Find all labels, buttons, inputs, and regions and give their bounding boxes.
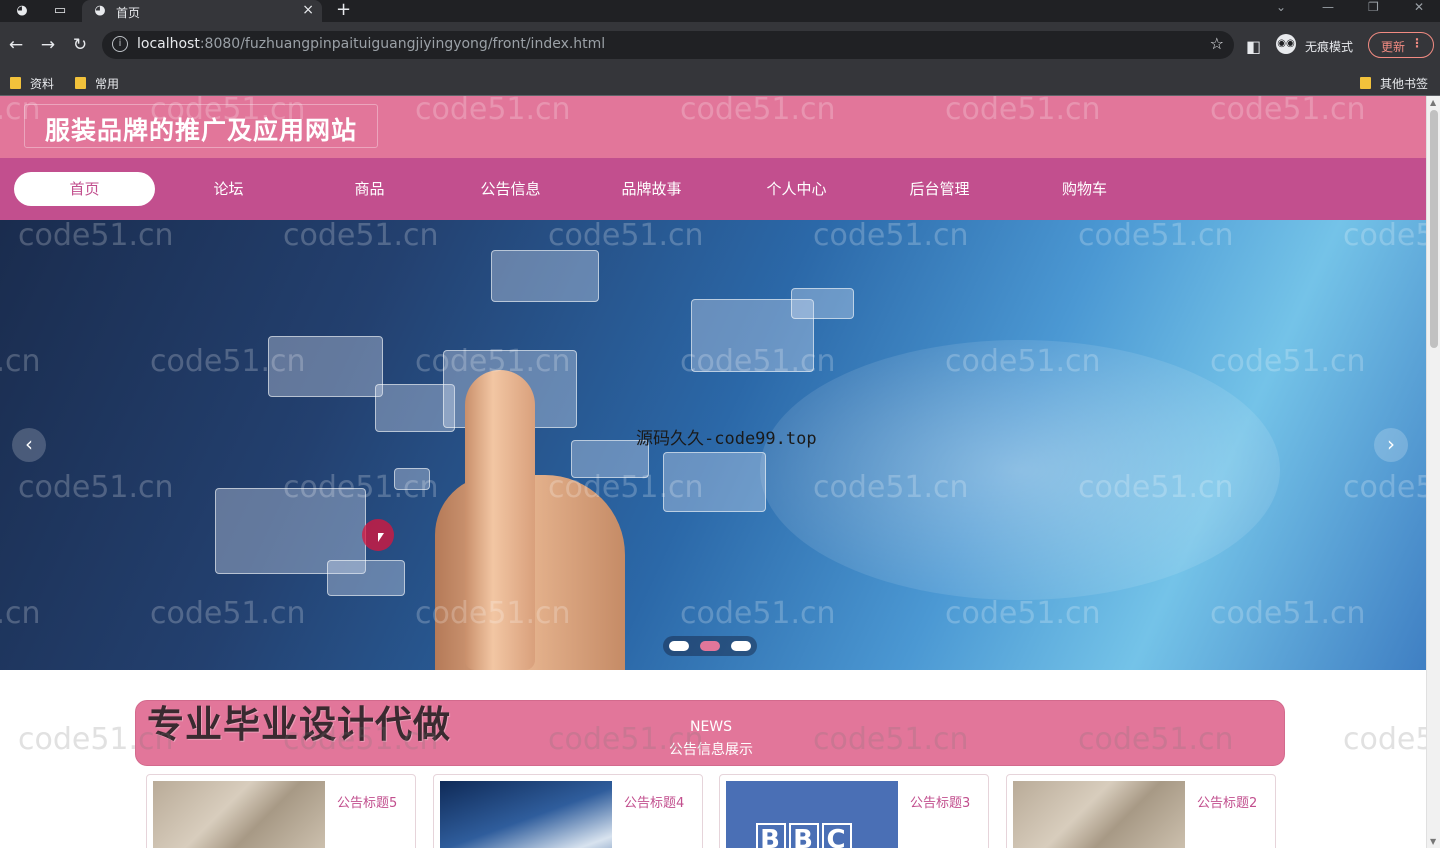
carousel-dot-3[interactable] — [731, 641, 751, 651]
site-title: 服装品牌的推广及应用网站 — [24, 104, 379, 148]
news-thumbnail[interactable] — [440, 781, 612, 848]
center-watermark: 源码久久-code99.top — [636, 429, 817, 449]
banner-glow — [760, 340, 1280, 600]
news-card-title[interactable]: 公告标题2 — [1197, 792, 1257, 811]
carousel-indicators — [663, 636, 757, 656]
bookmarks-bar: 资料 常用 其他书签 — [0, 68, 1440, 96]
bookmark-star-icon[interactable]: ☆ — [1210, 34, 1224, 53]
nav-admin[interactable]: 后台管理 — [869, 172, 1010, 206]
banner-glass-pane — [394, 468, 430, 490]
browser-toolbar: ← → ↻ i localhost:8080/fuzhuangpinpaitui… — [0, 22, 1440, 68]
news-card[interactable]: 公告标题5 — [146, 774, 416, 848]
incognito-icon: ◉◉ — [1276, 34, 1296, 54]
menu-kebab-icon[interactable]: ⋮ — [1411, 36, 1423, 50]
news-card[interactable]: 公告标题2 — [1006, 774, 1276, 848]
new-tab-icon[interactable]: + — [336, 0, 351, 20]
nav-products[interactable]: 商品 — [299, 172, 440, 206]
close-window-icon[interactable]: ✕ — [1414, 0, 1424, 14]
update-button[interactable]: 更新 ⋮ — [1368, 32, 1434, 58]
banner-glass-pane — [268, 336, 383, 397]
browser-tabstrip: ◕ ▭ ◕ 首页 × + ⌄ — ❐ ✕ — [0, 0, 1440, 22]
banner-glass-pane — [791, 288, 854, 319]
browser-profile-icon[interactable]: ◕ — [14, 3, 30, 19]
nav-cart[interactable]: 购物车 — [1014, 172, 1155, 206]
bookmark-folder-1[interactable]: 资料 — [10, 75, 54, 92]
news-card[interactable]: BBC 公告标题3 — [719, 774, 989, 848]
incognito-label: 无痕模式 — [1305, 40, 1354, 54]
site-info-icon[interactable]: i — [112, 36, 128, 52]
news-thumbnail[interactable]: BBC — [726, 781, 898, 848]
banner-glass-pane — [663, 452, 766, 512]
tab-search-icon[interactable]: ▭ — [52, 3, 68, 19]
forward-icon[interactable]: → — [38, 35, 58, 55]
folder-icon — [1360, 77, 1371, 89]
folder-icon — [10, 77, 21, 89]
banner-finger-image — [465, 370, 535, 670]
page-scrollbar[interactable]: ▲ ▼ — [1426, 96, 1440, 848]
nav-announcements[interactable]: 公告信息 — [440, 172, 581, 206]
carousel-next-button[interactable]: › — [1374, 428, 1408, 462]
scroll-down-icon[interactable]: ▼ — [1430, 837, 1436, 846]
banner-glass-pane — [491, 250, 599, 302]
mouse-cursor — [362, 519, 394, 551]
bbc-logo: BBC — [756, 823, 855, 848]
carousel-dot-2[interactable] — [700, 641, 720, 651]
promo-watermark: 专业毕业设计代做 — [147, 703, 451, 746]
news-thumbnail[interactable] — [1013, 781, 1185, 848]
page-viewport: 服装品牌的推广及应用网站 首页 论坛 商品 公告信息 品牌故事 个人中心 后台管… — [0, 96, 1440, 848]
url-text: localhost:8080/fuzhuangpinpaituiguangjiy… — [137, 36, 606, 52]
banner-carousel[interactable]: 源码久久-code99.top ‹ › — [0, 220, 1426, 670]
address-bar[interactable]: i localhost:8080/fuzhuangpinpaituiguangj… — [102, 31, 1234, 59]
scroll-thumb[interactable] — [1430, 110, 1438, 348]
news-card-title[interactable]: 公告标题5 — [337, 792, 397, 811]
carousel-dot-1[interactable] — [669, 641, 689, 651]
news-card[interactable]: 公告标题4 — [433, 774, 703, 848]
minimize-icon[interactable]: — — [1322, 0, 1334, 14]
nav-personal-center[interactable]: 个人中心 — [726, 172, 867, 206]
news-thumbnail[interactable] — [153, 781, 325, 848]
folder-icon — [75, 77, 86, 89]
browser-tab[interactable]: ◕ 首页 × — [82, 0, 322, 22]
side-panel-icon[interactable]: ◧ — [1246, 37, 1261, 56]
nav-brand-story[interactable]: 品牌故事 — [581, 172, 722, 206]
tab-title: 首页 — [116, 6, 141, 20]
close-tab-icon[interactable]: × — [302, 2, 314, 18]
carousel-prev-button[interactable]: ‹ — [12, 428, 46, 462]
news-card-title[interactable]: 公告标题3 — [910, 792, 970, 811]
nav-forum[interactable]: 论坛 — [158, 172, 299, 206]
scroll-up-icon[interactable]: ▲ — [1430, 98, 1436, 107]
banner-glass-pane — [327, 560, 405, 596]
nav-home[interactable]: 首页 — [14, 172, 155, 206]
news-card-title[interactable]: 公告标题4 — [624, 792, 684, 811]
back-icon[interactable]: ← — [6, 35, 26, 55]
bookmark-folder-2[interactable]: 常用 — [75, 75, 119, 92]
globe-icon: ◕ — [94, 3, 106, 18]
reload-icon[interactable]: ↻ — [70, 35, 90, 55]
tab-search-chevron-icon[interactable]: ⌄ — [1276, 0, 1286, 14]
restore-icon[interactable]: ❐ — [1368, 0, 1379, 14]
main-nav: 首页 论坛 商品 公告信息 品牌故事 个人中心 后台管理 购物车 — [0, 158, 1426, 220]
site-header: 服装品牌的推广及应用网站 — [0, 96, 1426, 158]
other-bookmarks[interactable]: 其他书签 — [1360, 75, 1428, 92]
